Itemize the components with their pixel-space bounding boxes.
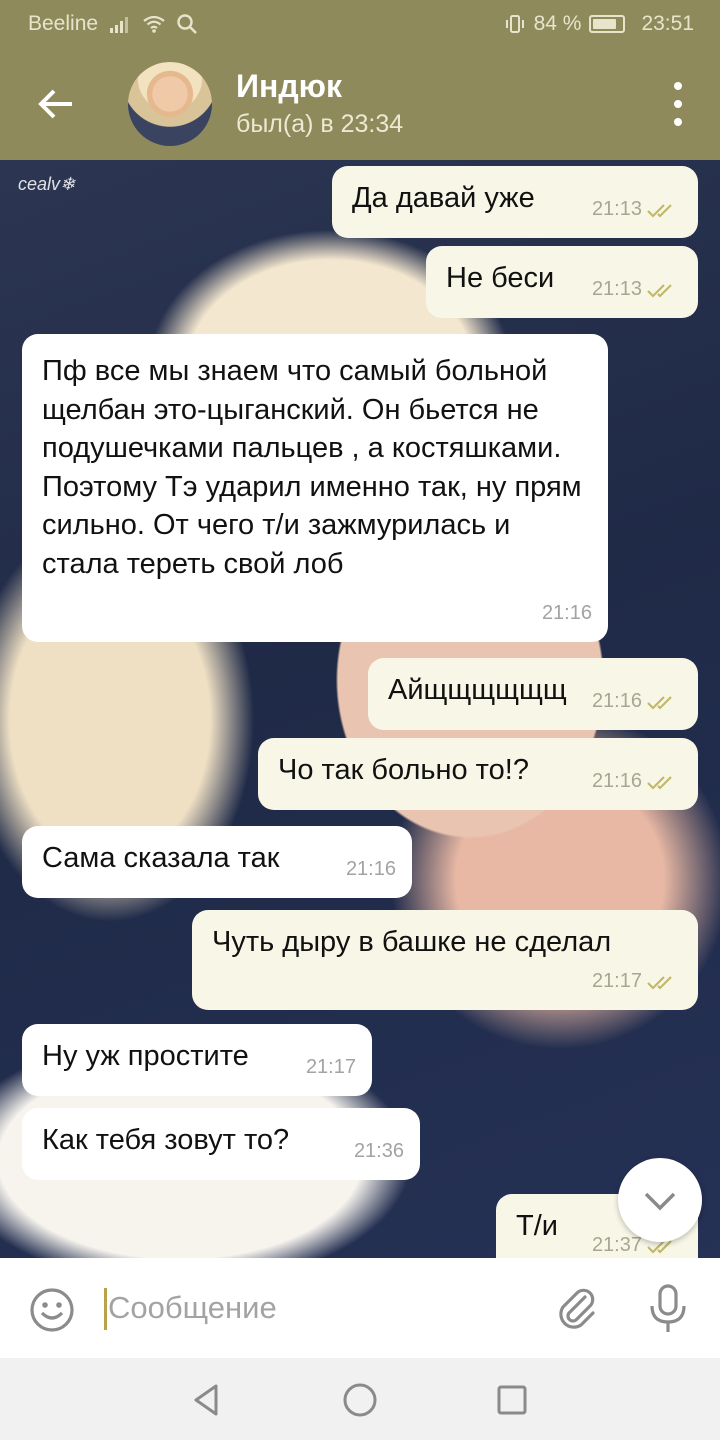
message-time: 21:16 [591, 770, 642, 792]
message-time: 21:36 [353, 1140, 404, 1162]
scroll-down-button[interactable] [618, 1158, 702, 1242]
signal-icon [110, 17, 129, 33]
message-meta: 21:16 [592, 683, 682, 720]
contact-name[interactable]: Индюк [236, 68, 342, 105]
chevron-down-icon [644, 1192, 676, 1211]
chat-background: cealv❄ Да давай уже 21:13 Не беси 21:13 … [0, 160, 720, 1258]
vibrate-icon [505, 15, 524, 33]
message-text: Да давай уже [352, 182, 535, 214]
message-time: 21:13 [591, 278, 642, 300]
message-bubble[interactable]: Сама сказала так 21:16 [22, 826, 412, 898]
system-nav-bar [0, 1358, 720, 1440]
message-bubble[interactable]: Как тебя зовут то? 21:36 [22, 1108, 420, 1180]
message-text: Чо так больно то!? [278, 754, 529, 786]
message-text: Айщщщщщщ [388, 674, 567, 706]
microphone-icon[interactable] [646, 1282, 690, 1336]
read-checks-icon [647, 283, 672, 298]
message-input[interactable] [108, 1280, 528, 1336]
message-time: 21:17 [305, 1056, 356, 1078]
nav-home-icon[interactable] [340, 1380, 380, 1420]
message-bubble[interactable]: Не беси 21:13 [426, 246, 698, 318]
battery-percent: 84 % [533, 12, 582, 35]
message-text: Т/и [516, 1210, 558, 1242]
last-seen-status: был(а) в 23:34 [236, 110, 404, 138]
message-meta: 21:16 [592, 763, 682, 800]
message-meta: 21:36 [354, 1133, 404, 1170]
clock: 23:51 [641, 12, 694, 35]
nav-back-icon[interactable] [186, 1380, 226, 1420]
message-time: 21:13 [591, 198, 642, 220]
message-bubble[interactable]: Чо так больно то!? 21:16 [258, 738, 698, 810]
message-text: Ну уж простите [42, 1040, 249, 1072]
message-bubble[interactable]: Ну уж простите 21:17 [22, 1024, 372, 1096]
wallpaper-watermark: cealv❄ [18, 174, 76, 194]
read-checks-icon [647, 975, 672, 990]
message-bubble[interactable]: Чуть дыру в башке не сделал 21:17 [192, 910, 698, 1010]
message-meta: 21:13 [592, 271, 682, 308]
message-bubble[interactable]: Пф все мы знаем что самый больной щелбан… [22, 334, 608, 642]
message-time: 21:16 [591, 690, 642, 712]
message-meta: 21:17 [592, 963, 682, 1000]
message-time: 21:16 [345, 858, 396, 880]
message-text: Чуть дыру в башке не сделал [212, 926, 612, 958]
nav-recents-icon[interactable] [492, 1380, 532, 1420]
read-checks-icon [647, 775, 672, 790]
emoji-icon[interactable] [28, 1286, 76, 1334]
message-text: Не беси [446, 262, 555, 294]
message-text: Сама сказала так [42, 842, 280, 874]
message-meta: 21:13 [592, 191, 682, 228]
message-time: 21:17 [591, 970, 642, 992]
read-checks-icon [647, 695, 672, 710]
message-meta: 21:16 [346, 851, 396, 888]
message-meta: 21:16 [542, 594, 592, 633]
avatar[interactable] [128, 62, 212, 146]
search-icon [177, 14, 197, 34]
message-bubble[interactable]: Да давай уже 21:13 [332, 166, 698, 238]
more-options-icon[interactable] [666, 82, 690, 126]
message-text: Как тебя зовут то? [42, 1124, 290, 1156]
status-bar: Beeline 84 % 23:51 [0, 0, 720, 48]
back-arrow-icon[interactable] [30, 78, 82, 130]
message-text: Пф все мы знаем что самый больной щелбан… [42, 355, 582, 580]
message-time: 21:16 [541, 601, 592, 624]
message-composer [0, 1258, 720, 1358]
read-checks-icon [647, 203, 672, 218]
message-meta: 21:17 [306, 1049, 356, 1086]
chat-header: Индюк был(а) в 23:34 [0, 48, 720, 160]
paperclip-icon[interactable] [552, 1284, 602, 1334]
carrier-label: Beeline [28, 12, 99, 35]
battery-icon [589, 15, 626, 33]
message-bubble[interactable]: Айщщщщщщ 21:16 [368, 658, 698, 730]
wifi-icon [143, 15, 165, 33]
text-cursor [104, 1288, 107, 1330]
